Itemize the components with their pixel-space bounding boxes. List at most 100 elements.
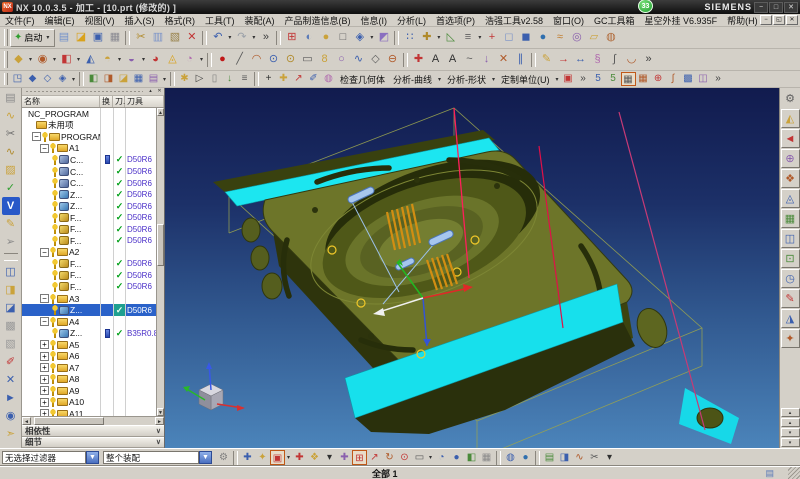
extrude-icon[interactable]: ◆ [10, 51, 27, 68]
draft-analysis-icon[interactable]: ◫ [696, 72, 711, 86]
revolve-icon-dropdown[interactable]: ▾ [51, 56, 58, 63]
highlight-selection-icon[interactable]: ✦ [255, 450, 270, 465]
boolean-unite-icon[interactable]: ◧ [58, 51, 75, 68]
open-folder-icon[interactable]: ◪ [72, 29, 89, 46]
trim-body-icon[interactable]: ◓ [99, 51, 116, 68]
clip-section-icon[interactable]: ▤ [542, 450, 557, 465]
row3-end-chevron[interactable]: » [711, 72, 726, 86]
snap-grid-icon[interactable]: ▦ [479, 450, 494, 465]
column-path[interactable]: 刀. [113, 96, 125, 107]
shell-icon[interactable]: ◍ [602, 29, 619, 46]
stop-at-intersection-icon[interactable]: ✂ [587, 450, 602, 465]
nav-row-Z...[interactable]: Z...✓D50R6 [22, 200, 156, 212]
select-feature-icon-dropdown[interactable]: ▾ [70, 76, 77, 83]
create-geometry-icon[interactable]: ◧ [86, 72, 101, 86]
save-icon[interactable]: ▣ [89, 29, 106, 46]
snap-options-icon-dropdown[interactable]: ▾ [476, 34, 483, 41]
notification-badge[interactable]: 33 [638, 0, 653, 13]
nav-row-A4[interactable]: −A4 [22, 316, 156, 328]
snap-existing-point-icon[interactable]: ● [449, 450, 464, 465]
generate-toolpath-icon[interactable]: ✱ [177, 72, 192, 86]
arc-icon[interactable]: ◠ [248, 51, 265, 68]
nav-row-C...[interactable]: C...✓D50R6 [22, 177, 156, 189]
scroll-track[interactable] [157, 266, 164, 408]
window-icon[interactable]: □ [334, 29, 351, 46]
constraint-icon[interactable]: ◺ [442, 29, 459, 46]
expand-toggle[interactable]: + [40, 398, 49, 407]
hook-icon[interactable]: ➣ [2, 425, 20, 443]
vtb-scroll-down2[interactable]: ▾ [781, 438, 800, 447]
menu-item[interactable]: 装配(A) [240, 14, 280, 27]
copy-icon[interactable]: ▥ [149, 29, 166, 46]
nav-row-未用项[interactable]: 未用项 [22, 120, 156, 132]
create-method-icon[interactable]: ◪ [116, 72, 131, 86]
tree-vscrollbar[interactable]: ▲ ▼ [156, 108, 164, 416]
section-analysis-icon[interactable]: 5 [591, 72, 606, 86]
vtb-scroll-down[interactable]: ▾ [781, 428, 800, 437]
nav-row-C...[interactable]: C...✓D50R6 [22, 154, 156, 166]
redo-icon-dropdown[interactable]: ▾ [250, 34, 257, 41]
scroll-down-arrow[interactable]: ▼ [157, 408, 164, 416]
edit-display-icon[interactable]: ✐ [306, 72, 321, 86]
point-constructor-icon[interactable]: + [261, 72, 276, 86]
save-ipw-icon[interactable]: ⊡ [781, 249, 800, 268]
nav-row-A9[interactable]: +A9 [22, 385, 156, 397]
toolbar-grip[interactable] [4, 29, 8, 46]
toolbar-grip[interactable] [4, 51, 8, 68]
die-engineering-icon[interactable]: ▩ [2, 317, 20, 335]
nav-row-Z...[interactable]: Z...✓B35R0.8 [22, 327, 156, 339]
hd3d-tools-icon[interactable]: ✓ [2, 179, 20, 197]
note-icon[interactable]: A [444, 51, 461, 68]
gouge-check-icon[interactable]: ✎ [781, 289, 800, 308]
menu-item[interactable]: 产品制造信息(B) [280, 14, 356, 27]
expand-toggle[interactable]: − [40, 248, 49, 257]
nav-row-NC_PROGRAM[interactable]: NC_PROGRAM [22, 108, 156, 120]
deviation-gauge-icon[interactable]: ▣ [561, 72, 576, 86]
datum-plane-icon[interactable]: ◻ [500, 29, 517, 46]
sphere-display-icon[interactable]: ● [518, 450, 533, 465]
grid-analysis-icon[interactable]: ▩ [681, 72, 696, 86]
delete-icon[interactable]: ✕ [183, 29, 200, 46]
show-result-icon[interactable]: ◍ [503, 450, 518, 465]
snap-arc-center-icon[interactable]: ▭ [412, 450, 427, 465]
nav-row-F...[interactable]: F...✓D50R6 [22, 270, 156, 282]
mcs-display-icon[interactable]: ◭ [781, 109, 800, 128]
chevron-down-icon[interactable]: ∨ [156, 438, 161, 446]
csys-constructor-icon[interactable]: ✚ [276, 72, 291, 86]
menu-item[interactable]: 星空外挂 V6.935F [640, 14, 723, 27]
curve-rule-icon[interactable]: ∿ [572, 450, 587, 465]
custom-units-button[interactable]: 定制单位(U) [497, 73, 554, 86]
navigator-panel-handle[interactable]: ▴ ✕ [22, 88, 164, 96]
select-face-icon[interactable]: ◳ [10, 72, 25, 86]
edge-blend-icon[interactable]: ◕ [147, 51, 164, 68]
move-component-icon[interactable]: ◈ [351, 29, 368, 46]
general-selection-icon[interactable]: ✚ [240, 450, 255, 465]
screen-layout-icon[interactable]: ⊞ [283, 29, 300, 46]
process-studio-icon[interactable]: ➢ [2, 233, 20, 251]
constraint-navigator-icon[interactable]: ✂ [2, 125, 20, 143]
menu-item[interactable]: 分析(L) [392, 14, 431, 27]
doc-minimize-button[interactable]: − [760, 15, 772, 25]
feed-rate-icon[interactable]: ⊕ [781, 149, 800, 168]
menu-item[interactable]: 工具(T) [200, 14, 240, 27]
nav-row-A6[interactable]: +A6 [22, 350, 156, 362]
bridge-curve-icon[interactable]: ◡ [623, 51, 640, 68]
snap-intersection-icon[interactable]: ⊙ [397, 450, 412, 465]
scroll-right-arrow[interactable]: ► [155, 417, 164, 425]
row3-overflow-chevron[interactable]: » [576, 72, 591, 86]
sheet-body-icon[interactable]: ▱ [585, 29, 602, 46]
shortest-tool-icon[interactable]: ◮ [781, 309, 800, 328]
top-selection-icon[interactable]: ▣ [270, 450, 285, 465]
top-selection-icon-dropdown[interactable]: ▾ [285, 454, 292, 461]
time-estimate-icon[interactable]: ◷ [781, 269, 800, 288]
curve-flow-icon[interactable]: ∫ [666, 72, 681, 86]
draft-icon-dropdown[interactable]: ▾ [198, 56, 205, 63]
boolean-subtract-icon[interactable]: ◭ [82, 51, 99, 68]
select-body-icon[interactable]: ◆ [25, 72, 40, 86]
hscroll-track[interactable] [104, 417, 155, 425]
circle-icon[interactable]: ⊙ [265, 51, 282, 68]
face-boundary-alt-icon[interactable]: ▦ [636, 72, 651, 86]
snap-options-icon[interactable]: ❖ [307, 450, 322, 465]
list-toolpath-icon[interactable]: ≡ [237, 72, 252, 86]
nav-row-A2[interactable]: −A2 [22, 247, 156, 259]
